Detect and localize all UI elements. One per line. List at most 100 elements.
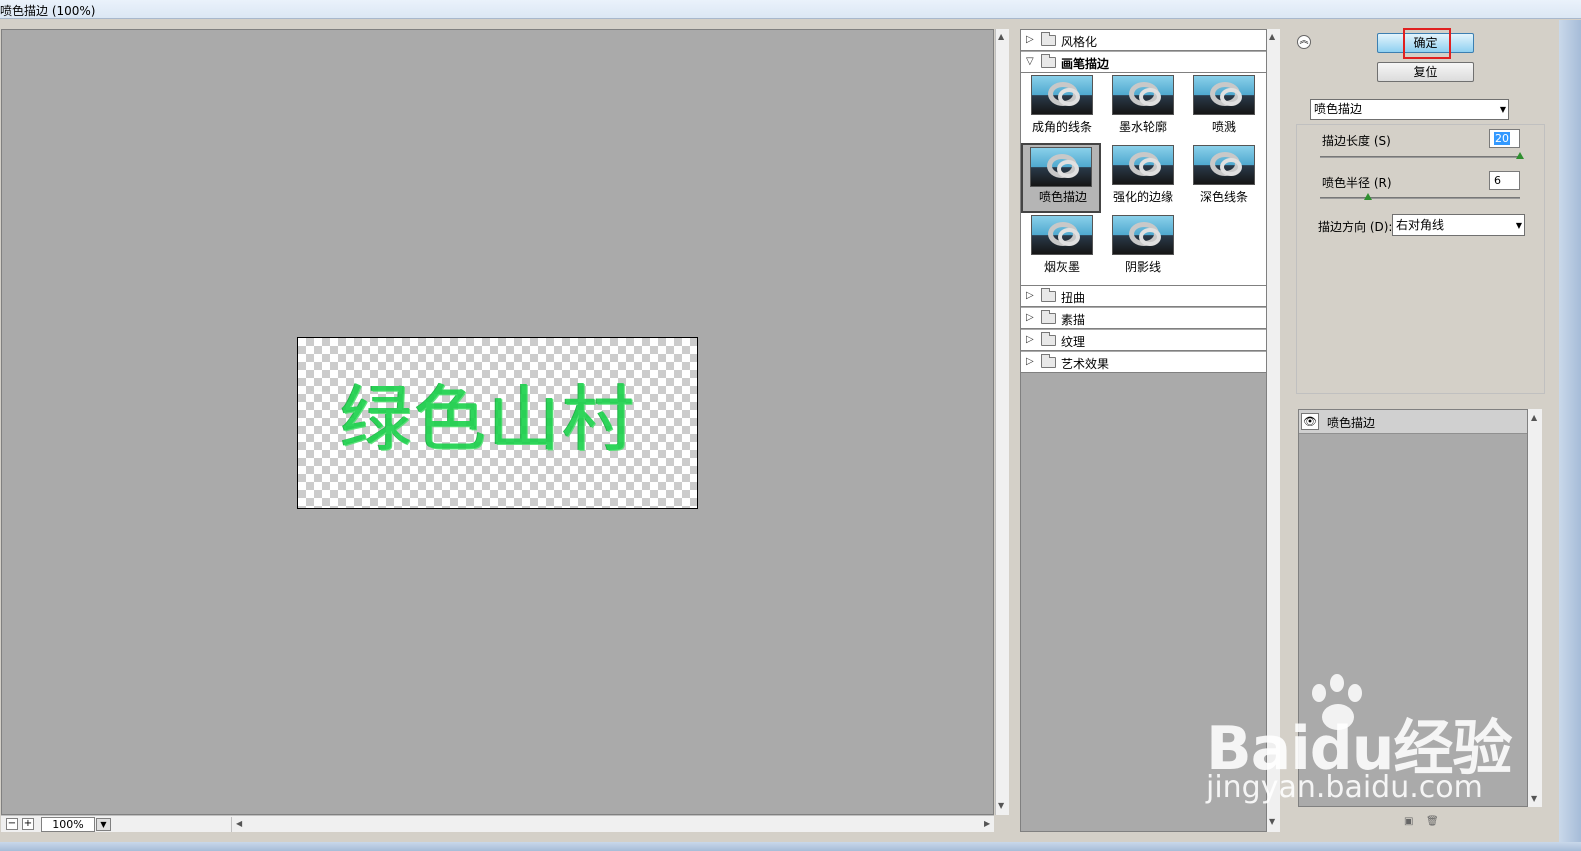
filter-preview-image xyxy=(1030,147,1092,187)
expand-arrow-icon: ▷ xyxy=(1026,34,1034,45)
stroke-length-value: 20 xyxy=(1494,132,1510,145)
spray-radius-input[interactable]: 6 xyxy=(1489,171,1520,190)
zoom-level-field[interactable]: 100% xyxy=(41,817,95,832)
filter-select[interactable]: 喷色描边 ▼ xyxy=(1310,99,1509,120)
folder-icon xyxy=(1041,54,1056,68)
category-sketch[interactable]: ▷ 素描 xyxy=(1021,308,1266,329)
zoom-out-button[interactable]: − xyxy=(6,818,18,830)
collapse-arrow-icon: ▽ xyxy=(1026,56,1034,67)
category-stylize[interactable]: ▷ 风格化 xyxy=(1021,30,1266,51)
spray-radius-slider-handle[interactable] xyxy=(1364,193,1372,200)
chevron-down-icon: ▼ xyxy=(1515,221,1522,230)
layers-scrollbar[interactable]: ▲ ▼ xyxy=(1528,409,1542,807)
filter-gallery-window: { "window": { "title": "喷色描边 (100%)" }, … xyxy=(0,0,1581,851)
filter-preview-image xyxy=(1031,75,1093,115)
category-texture[interactable]: ▷ 纹理 xyxy=(1021,330,1266,351)
folder-icon xyxy=(1041,354,1056,368)
zoom-in-button[interactable]: + xyxy=(22,818,34,830)
filter-preview-image xyxy=(1112,215,1174,255)
filter-preview-image xyxy=(1112,75,1174,115)
spray-radius-slider[interactable] xyxy=(1320,197,1520,199)
filter-thumb-accented-edges[interactable]: 强化的边缘 xyxy=(1103,143,1183,213)
folder-icon xyxy=(1041,288,1056,302)
filter-thumb-spatter[interactable]: 喷溅 xyxy=(1184,73,1264,143)
filter-label: 成角的线条 xyxy=(1031,120,1092,134)
filter-label: 阴影线 xyxy=(1124,260,1161,274)
expand-arrow-icon: ▷ xyxy=(1026,334,1034,345)
scroll-up-icon[interactable]: ▲ xyxy=(998,32,1004,41)
category-label: 艺术效果 xyxy=(1061,357,1110,371)
watermark-url: jingyan.baidu.com xyxy=(1206,770,1483,805)
folder-icon xyxy=(1041,332,1056,346)
filter-label: 强化的边缘 xyxy=(1112,190,1173,204)
effect-layer-row[interactable]: 👁 喷色描边 xyxy=(1299,410,1527,434)
filter-label: 墨水轮廓 xyxy=(1118,120,1167,134)
expand-arrow-icon: ▷ xyxy=(1026,290,1034,301)
preview-canvas: 绿色山村 xyxy=(297,337,698,509)
category-artistic[interactable]: ▷ 艺术效果 xyxy=(1021,352,1266,373)
zoom-bar: − + 100% ▼ ◀ ▶ xyxy=(1,815,994,832)
expand-arrow-icon: ▷ xyxy=(1026,312,1034,323)
filter-thumbnails: 成角的线条 墨水轮廓 喷溅 喷色描边 强化的边缘 深色线条 烟灰墨 阴影线 xyxy=(1021,73,1266,286)
filter-settings-panel xyxy=(1296,124,1545,394)
stroke-length-input[interactable]: 20 xyxy=(1489,129,1520,148)
trash-icon[interactable]: 🗑 xyxy=(1426,816,1439,827)
spray-radius-value: 6 xyxy=(1494,174,1501,187)
reset-button[interactable]: 复位 xyxy=(1377,62,1474,82)
double-chevron-up-icon: ︽ xyxy=(1299,36,1309,46)
effect-layer-label: 喷色描边 xyxy=(1327,416,1376,430)
expand-arrow-icon: ▷ xyxy=(1026,356,1034,367)
highlight-box xyxy=(1403,28,1451,59)
scroll-right-icon[interactable]: ▶ xyxy=(984,819,990,828)
collapse-gallery-button[interactable]: ︽ xyxy=(1297,35,1311,49)
title-bar: 喷色描边 (100%) xyxy=(0,0,1581,19)
filter-thumb-ink-outlines[interactable]: 墨水轮廓 xyxy=(1103,73,1183,143)
scroll-up-icon[interactable]: ▲ xyxy=(1531,413,1537,422)
new-effect-layer-icon[interactable]: ▣ xyxy=(1404,816,1415,827)
window-title: 喷色描边 (100%) xyxy=(0,4,96,18)
filter-preview-image xyxy=(1193,145,1255,185)
category-label: 画笔描边 xyxy=(1061,57,1110,71)
filter-thumb-dark-strokes[interactable]: 深色线条 xyxy=(1184,143,1264,213)
stroke-length-label: 描边长度 (S) xyxy=(1322,134,1391,148)
filter-thumb-sumi-e[interactable]: 烟灰墨 xyxy=(1022,213,1102,283)
filter-preview-image xyxy=(1031,215,1093,255)
stroke-direction-value: 右对角线 xyxy=(1396,218,1445,232)
chevron-down-icon: ▼ xyxy=(100,820,107,829)
filter-preview-image xyxy=(1193,75,1255,115)
preview-area[interactable]: 绿色山村 xyxy=(1,29,994,815)
scroll-up-icon[interactable]: ▲ xyxy=(1269,32,1275,41)
window-frame-bottom xyxy=(0,842,1581,851)
spray-radius-label: 喷色半径 (R) xyxy=(1322,176,1392,190)
category-label: 风格化 xyxy=(1061,35,1098,49)
filter-thumb-sprayed-strokes[interactable]: 喷色描边 xyxy=(1021,143,1101,213)
baidu-watermark: Baidu经验 jingyan.baidu.com xyxy=(1206,670,1512,810)
stroke-direction-label: 描边方向 (D): xyxy=(1318,220,1393,234)
category-brush-strokes[interactable]: ▽ 画笔描边 xyxy=(1021,52,1266,73)
folder-icon xyxy=(1041,310,1056,324)
eye-icon[interactable]: 👁 xyxy=(1301,413,1319,430)
zoom-dropdown-button[interactable]: ▼ xyxy=(96,818,111,831)
filter-label: 烟灰墨 xyxy=(1043,260,1080,274)
scroll-left-icon[interactable]: ◀ xyxy=(236,819,242,828)
scroll-down-icon[interactable]: ▼ xyxy=(1531,794,1537,803)
preview-horizontal-scrollbar[interactable]: ◀ ▶ xyxy=(231,817,995,832)
filter-preview-image xyxy=(1112,145,1174,185)
filter-thumb-angled-strokes[interactable]: 成角的线条 xyxy=(1022,73,1102,143)
folder-icon xyxy=(1041,32,1056,46)
filter-select-value: 喷色描边 xyxy=(1314,102,1363,116)
stroke-length-slider-handle[interactable] xyxy=(1516,152,1524,159)
window-frame-right xyxy=(1559,20,1581,851)
scroll-down-icon[interactable]: ▼ xyxy=(1269,817,1275,826)
preview-vertical-scrollbar[interactable]: ▲ ▼ xyxy=(995,29,1009,815)
category-label: 纹理 xyxy=(1061,335,1086,349)
filter-label: 喷溅 xyxy=(1211,120,1236,134)
filter-thumb-crosshatch[interactable]: 阴影线 xyxy=(1103,213,1183,283)
filter-label: 喷色描边 xyxy=(1038,190,1087,204)
category-label: 素描 xyxy=(1061,313,1086,327)
category-distort[interactable]: ▷ 扭曲 xyxy=(1021,286,1266,307)
stroke-direction-select[interactable]: 右对角线 ▼ xyxy=(1392,214,1525,236)
scroll-down-icon[interactable]: ▼ xyxy=(998,801,1004,810)
stroke-length-slider[interactable] xyxy=(1320,156,1520,158)
filter-label: 深色线条 xyxy=(1199,190,1248,204)
